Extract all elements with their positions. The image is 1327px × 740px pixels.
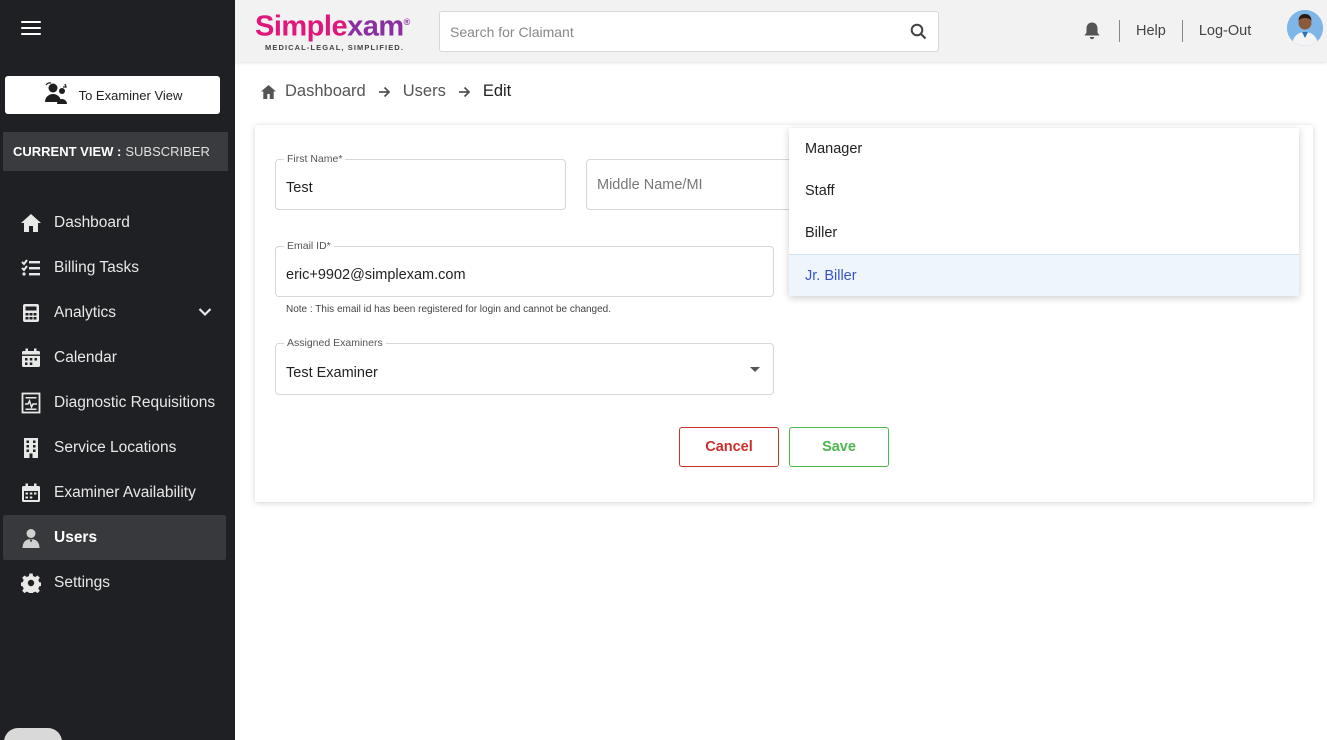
current-view-label: CURRENT VIEW : (13, 144, 122, 159)
home-icon (20, 212, 42, 234)
sidebar-item-label: Users (54, 528, 98, 546)
gear-icon (20, 572, 42, 594)
dropdown-option-staff[interactable]: Staff (789, 170, 1299, 212)
dropdown-option-biller[interactable]: Biller (789, 212, 1299, 254)
menu-icon[interactable] (21, 21, 41, 37)
first-name-field: First Name* (275, 153, 566, 210)
sidebar-item-label: Analytics (54, 303, 117, 321)
sidebar-item-diagnostic-requisitions[interactable]: Diagnostic Requisitions (3, 380, 226, 425)
first-name-label: First Name* (284, 153, 346, 165)
email-input (276, 247, 773, 296)
arrow-right-icon (378, 86, 391, 98)
assigned-examiners-select[interactable]: Assigned Examiners Test Examiner (275, 337, 774, 395)
breadcrumb-users[interactable]: Users (403, 82, 446, 101)
sidebar-nav: Dashboard Billing Tasks Analytics Calend… (3, 200, 226, 605)
switch-user-icon (43, 81, 69, 109)
header-actions: Help Log-Out (1081, 0, 1251, 62)
sidebar-item-billing-tasks[interactable]: Billing Tasks (3, 245, 226, 290)
sidebar-item-examiner-availability[interactable]: Examiner Availability (3, 470, 226, 515)
breadcrumb-dashboard[interactable]: Dashboard (285, 82, 366, 101)
current-view-banner: CURRENT VIEW : SUBSCRIBER (3, 132, 228, 171)
assigned-examiners-value: Test Examiner (286, 365, 378, 381)
current-view-value: SUBSCRIBER (125, 144, 210, 159)
divider (1181, 20, 1183, 42)
middle-name-input[interactable] (587, 160, 805, 209)
calendar-icon (20, 347, 42, 369)
sidebar-item-service-locations[interactable]: Service Locations (3, 425, 226, 470)
email-field: Email ID* (275, 240, 774, 297)
requisition-icon (20, 392, 42, 414)
sidebar-item-analytics[interactable]: Analytics (3, 290, 226, 335)
sidebar-item-label: Service Locations (54, 438, 177, 456)
arrow-right-icon (458, 86, 471, 98)
sidebar-item-label: Settings (54, 573, 111, 591)
role-dropdown-menu: Manager Staff Biller Jr. Biller (789, 128, 1299, 296)
sidebar-item-label: Dashboard (54, 213, 130, 231)
tasks-icon (20, 257, 42, 279)
logout-link[interactable]: Log-Out (1199, 23, 1251, 39)
help-link[interactable]: Help (1136, 23, 1166, 39)
sidebar-item-calendar[interactable]: Calendar (3, 335, 226, 380)
cancel-button[interactable]: Cancel (679, 427, 779, 467)
sidebar: To Examiner View CURRENT VIEW : SUBSCRIB… (0, 0, 235, 740)
search-icon[interactable] (898, 23, 938, 40)
calendar-check-icon (20, 482, 42, 504)
chevron-down-icon[interactable] (198, 304, 212, 322)
caret-down-icon[interactable] (750, 367, 760, 372)
divider (1119, 20, 1120, 42)
bell-icon[interactable] (1081, 20, 1103, 42)
building-icon (20, 437, 42, 459)
assigned-examiners-label: Assigned Examiners (284, 337, 386, 349)
home-icon[interactable] (260, 84, 277, 100)
save-button[interactable]: Save (789, 427, 889, 467)
simplexam-logo[interactable]: Simplexam® MEDICAL-LEGAL, SIMPLIFIED. (255, 7, 410, 52)
sidebar-item-label: Calendar (54, 348, 117, 366)
to-examiner-view-label: To Examiner View (78, 87, 183, 103)
sidebar-item-label: Diagnostic Requisitions (54, 393, 216, 411)
breadcrumb: Dashboard Users Edit (260, 82, 511, 101)
middle-name-field (586, 159, 806, 210)
first-name-input[interactable] (276, 160, 565, 209)
sidebar-item-settings[interactable]: Settings (3, 560, 226, 605)
avatar[interactable] (1287, 10, 1323, 46)
calculator-icon (20, 302, 42, 324)
logo-tagline: MEDICAL-LEGAL, SIMPLIFIED. (265, 42, 405, 52)
sidebar-item-users[interactable]: Users (3, 515, 226, 560)
search-input[interactable] (440, 12, 898, 51)
breadcrumb-edit: Edit (482, 82, 512, 100)
email-note: Note : This email id has been registered… (286, 304, 612, 315)
chat-widget-tab[interactable] (4, 728, 62, 740)
top-header: Simplexam® MEDICAL-LEGAL, SIMPLIFIED. He… (235, 0, 1327, 62)
to-examiner-view-button[interactable]: To Examiner View (5, 76, 220, 114)
user-icon (20, 527, 42, 549)
claimant-search (439, 11, 939, 52)
email-label: Email ID* (284, 240, 334, 252)
dropdown-option-manager[interactable]: Manager (789, 128, 1299, 170)
sidebar-item-dashboard[interactable]: Dashboard (3, 200, 226, 245)
dropdown-option-jr-biller[interactable]: Jr. Biller (789, 254, 1299, 296)
sidebar-item-label: Examiner Availability (54, 483, 196, 501)
sidebar-item-label: Billing Tasks (54, 258, 140, 276)
